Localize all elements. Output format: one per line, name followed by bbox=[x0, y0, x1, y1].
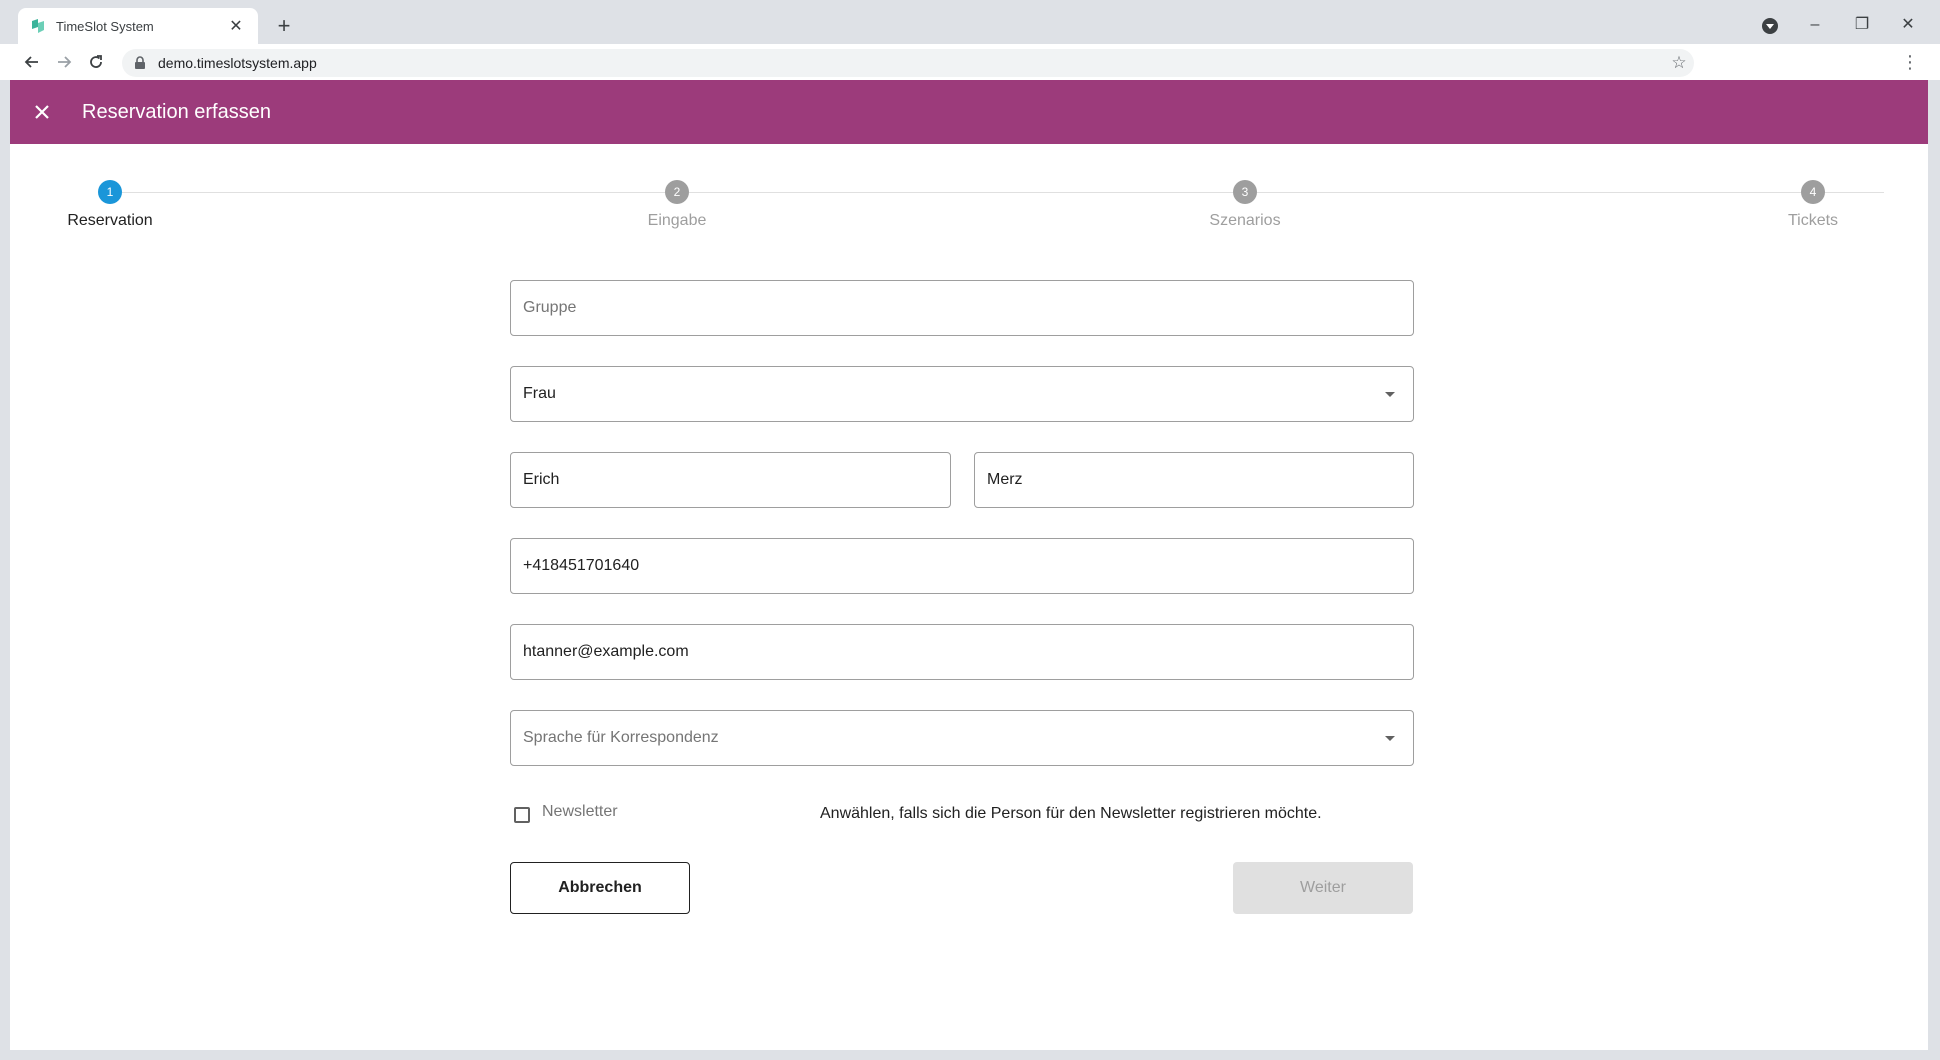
language-placeholder: Sprache für Korrespondenz bbox=[523, 729, 719, 746]
step-number: 1 bbox=[98, 180, 122, 204]
email-input[interactable] bbox=[511, 625, 1413, 679]
next-button[interactable]: Weiter bbox=[1233, 862, 1413, 914]
language-select[interactable]: Sprache für Korrespondenz bbox=[510, 710, 1414, 766]
phone-input[interactable] bbox=[511, 539, 1413, 593]
newsletter-checkbox[interactable] bbox=[514, 807, 530, 823]
browser-menu-icon[interactable]: ⋮ bbox=[1896, 48, 1924, 76]
step-eingabe[interactable]: 2 Eingabe bbox=[597, 180, 757, 230]
tab-title: TimeSlot System bbox=[56, 18, 154, 34]
step-number: 2 bbox=[665, 180, 689, 204]
reload-icon[interactable] bbox=[82, 48, 110, 76]
profile-dropdown-icon[interactable] bbox=[1762, 18, 1778, 34]
tab-close-icon[interactable]: ✕ bbox=[226, 16, 246, 36]
timeslot-logo-icon bbox=[30, 18, 46, 34]
forward-arrow-icon[interactable] bbox=[50, 48, 78, 76]
cancel-button[interactable]: Abbrechen bbox=[510, 862, 690, 914]
first-name-field[interactable] bbox=[510, 452, 951, 508]
last-name-field[interactable] bbox=[974, 452, 1414, 508]
step-reservation[interactable]: 1 Reservation bbox=[30, 180, 190, 230]
step-number: 4 bbox=[1801, 180, 1825, 204]
page-content: Reservation erfassen 1 Reservation 2 Ein… bbox=[10, 80, 1928, 1050]
step-number: 3 bbox=[1233, 180, 1257, 204]
step-label: Szenarios bbox=[1209, 212, 1281, 229]
new-tab-button[interactable]: + bbox=[270, 12, 298, 40]
browser-toolbar: demo.timeslotsystem.app ☆ ⋮ bbox=[0, 44, 1940, 80]
group-field[interactable] bbox=[510, 280, 1414, 336]
chevron-down-icon[interactable] bbox=[1385, 391, 1395, 397]
close-icon[interactable] bbox=[28, 98, 56, 126]
back-arrow-icon[interactable] bbox=[18, 48, 46, 76]
browser-tab[interactable]: TimeSlot System ✕ bbox=[18, 8, 258, 44]
stepper-line bbox=[122, 192, 1884, 193]
salutation-value: Frau bbox=[523, 385, 556, 402]
step-szenarios[interactable]: 3 Szenarios bbox=[1165, 180, 1325, 230]
lock-icon bbox=[134, 56, 148, 70]
step-label: Eingabe bbox=[647, 212, 707, 229]
browser-tab-bar: TimeSlot System ✕ + – ❐ ✕ bbox=[0, 0, 1940, 44]
restore-button[interactable]: ❐ bbox=[1847, 10, 1877, 40]
phone-field[interactable] bbox=[510, 538, 1414, 594]
step-label: Tickets bbox=[1787, 212, 1839, 229]
chevron-down-icon[interactable] bbox=[1385, 735, 1395, 741]
stepper: 1 Reservation 2 Eingabe 3 Szenarios 4 Ti… bbox=[10, 180, 1928, 240]
group-input[interactable] bbox=[511, 281, 1413, 335]
newsletter-label[interactable]: Newsletter bbox=[542, 803, 618, 821]
step-label: Reservation bbox=[67, 212, 153, 229]
app-header: Reservation erfassen bbox=[10, 80, 1928, 144]
bookmark-star-icon[interactable]: ☆ bbox=[1664, 53, 1694, 73]
url-text: demo.timeslotsystem.app bbox=[158, 55, 317, 71]
page-title: Reservation erfassen bbox=[82, 100, 271, 123]
first-name-input[interactable] bbox=[511, 453, 950, 507]
step-tickets[interactable]: 4 Tickets bbox=[1733, 180, 1893, 230]
window-close-button[interactable]: ✕ bbox=[1893, 10, 1923, 40]
email-field[interactable] bbox=[510, 624, 1414, 680]
address-bar[interactable]: demo.timeslotsystem.app ☆ bbox=[122, 49, 1694, 77]
salutation-select[interactable]: Frau bbox=[510, 366, 1414, 422]
last-name-input[interactable] bbox=[975, 453, 1413, 507]
newsletter-hint: Anwählen, falls sich die Person für den … bbox=[820, 805, 1322, 822]
minimize-button[interactable]: – bbox=[1800, 10, 1830, 40]
